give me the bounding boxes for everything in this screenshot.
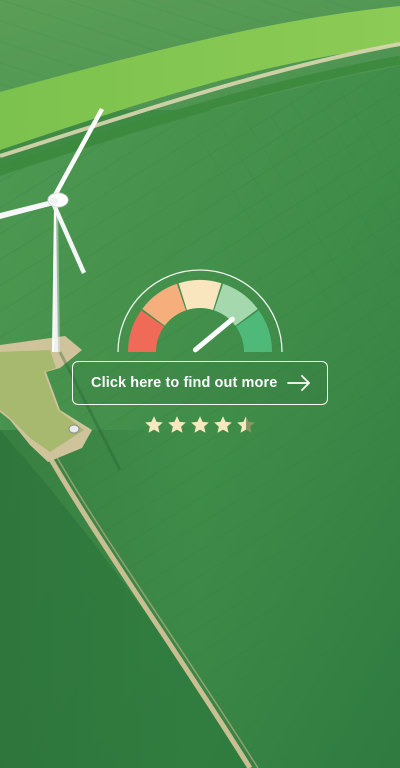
star-icon xyxy=(237,416,255,433)
find-out-more-label: Click here to find out more xyxy=(91,375,278,391)
ad-banner[interactable]: Click here to find out more xyxy=(0,0,400,768)
star-icon xyxy=(168,416,186,433)
star-icon xyxy=(145,416,163,433)
gauge-needle xyxy=(192,316,235,353)
find-out-more-button[interactable]: Click here to find out more xyxy=(72,361,328,405)
gauge-segment xyxy=(178,280,222,310)
arrow-right-icon xyxy=(287,375,310,391)
speedometer-icon xyxy=(117,269,283,353)
star-icon xyxy=(214,416,232,433)
star-icon xyxy=(191,416,209,433)
star-rating xyxy=(144,415,256,435)
